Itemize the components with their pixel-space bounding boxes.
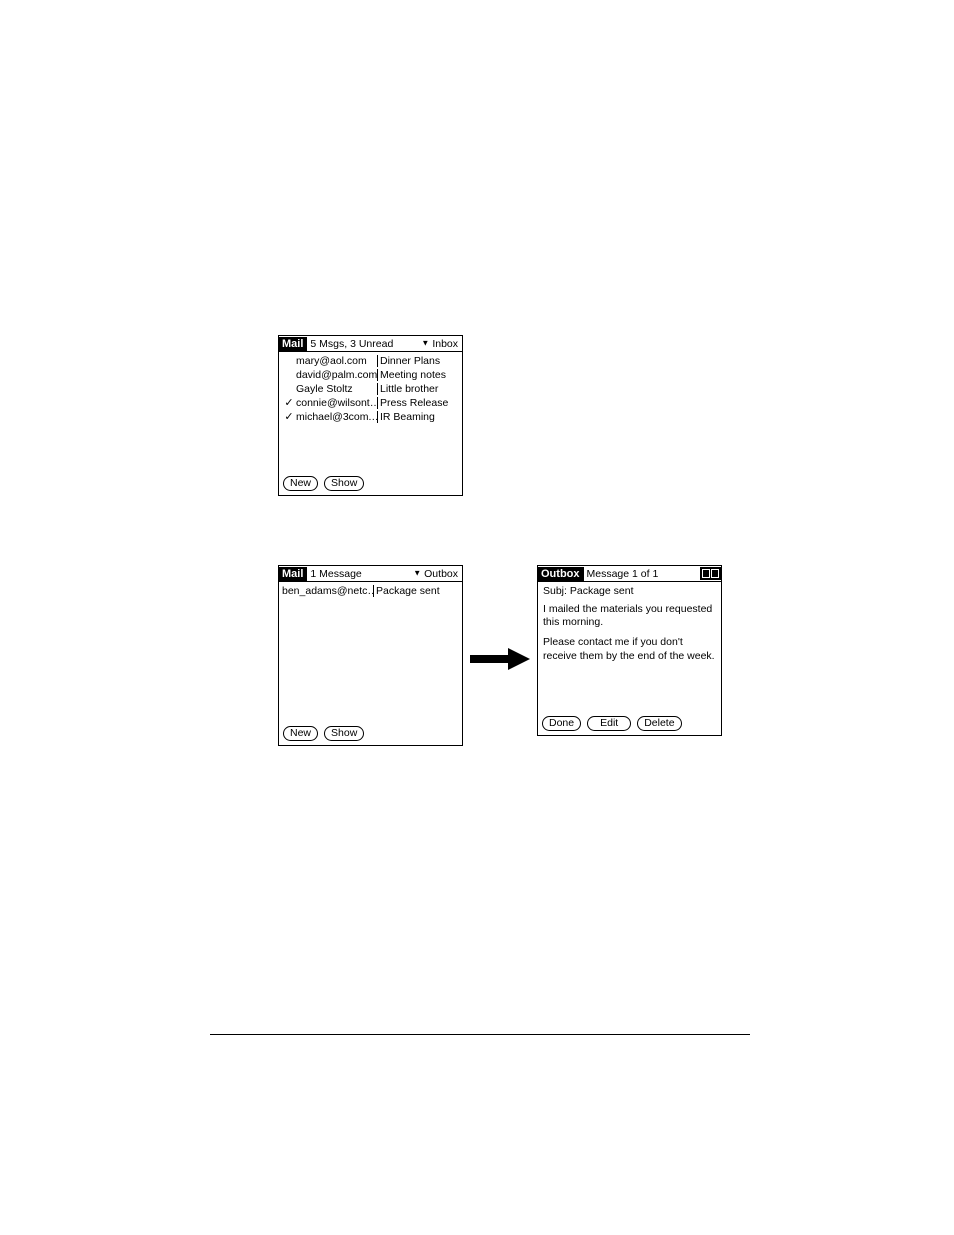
- page-divider: [210, 1034, 750, 1035]
- new-button[interactable]: New: [283, 726, 318, 741]
- folder-selector[interactable]: ▼ Inbox: [421, 338, 462, 350]
- subject: Meeting notes: [378, 369, 459, 381]
- sender: Gayle Stoltz: [296, 383, 378, 395]
- check-icon: ✓: [282, 412, 296, 423]
- folder-label: Outbox: [424, 568, 458, 580]
- body-paragraph: I mailed the materials you requested thi…: [543, 603, 716, 630]
- message-body: Subj: Package sent I mailed the material…: [538, 582, 721, 712]
- delete-button[interactable]: Delete: [637, 716, 681, 731]
- sender: mary@aol.com: [296, 355, 378, 367]
- inbox-list: mary@aol.com Dinner Plans david@palm.com…: [279, 352, 462, 472]
- body-paragraph: Please contact me if you don't receive t…: [543, 636, 716, 663]
- app-title: Mail: [279, 567, 307, 581]
- subject-value: Package sent: [570, 585, 634, 597]
- mail-inbox-screen: Mail 5 Msgs, 3 Unread ▼ Inbox mary@aol.c…: [278, 335, 463, 496]
- scroll-down-icon[interactable]: [711, 569, 719, 578]
- mail-outbox-screen: Mail 1 Message ▼ Outbox ben_adams@netc… …: [278, 565, 463, 746]
- sender: michael@3com.…: [296, 411, 378, 423]
- subject: IR Beaming: [378, 411, 459, 423]
- chevron-down-icon: ▼: [421, 339, 429, 347]
- outbox-header: Mail 1 Message ▼ Outbox: [279, 566, 462, 582]
- detail-header: Outbox Message 1 of 1: [538, 566, 721, 582]
- show-button[interactable]: Show: [324, 726, 364, 741]
- subject-label: Subj:: [543, 585, 567, 597]
- edit-button[interactable]: Edit: [587, 716, 631, 731]
- subject: Package sent: [374, 585, 440, 597]
- outbox-list: ben_adams@netc… Package sent: [279, 582, 462, 722]
- inbox-status: 5 Msgs, 3 Unread: [307, 338, 421, 350]
- inbox-footer: New Show: [279, 472, 462, 495]
- subject-line: Subj: Package sent: [543, 585, 716, 599]
- chevron-down-icon: ▼: [413, 569, 421, 577]
- folder-label: Inbox: [432, 338, 458, 350]
- message-row[interactable]: david@palm.com Meeting notes: [282, 368, 459, 382]
- new-button[interactable]: New: [283, 476, 318, 491]
- message-row[interactable]: ✓ michael@3com.… IR Beaming: [282, 410, 459, 424]
- detail-footer: Done Edit Delete: [538, 712, 721, 735]
- inbox-header: Mail 5 Msgs, 3 Unread ▼ Inbox: [279, 336, 462, 352]
- done-button[interactable]: Done: [542, 716, 581, 731]
- subject: Press Release: [378, 397, 459, 409]
- outbox-detail-screen: Outbox Message 1 of 1 Subj: Package sent…: [537, 565, 722, 736]
- sender: david@palm.com: [296, 369, 378, 381]
- app-title: Outbox: [538, 567, 584, 581]
- check-icon: ✓: [282, 398, 296, 409]
- message-row[interactable]: ben_adams@netc… Package sent: [282, 584, 459, 598]
- subject: Little brother: [378, 383, 459, 395]
- message-row[interactable]: Gayle Stoltz Little brother: [282, 382, 459, 396]
- sender: connie@wilsont…: [296, 397, 378, 409]
- outbox-footer: New Show: [279, 722, 462, 745]
- show-button[interactable]: Show: [324, 476, 364, 491]
- scroll-controls[interactable]: [700, 567, 721, 580]
- detail-status: Message 1 of 1: [584, 568, 701, 580]
- sender: ben_adams@netc…: [282, 585, 374, 597]
- message-row[interactable]: mary@aol.com Dinner Plans: [282, 354, 459, 368]
- subject: Dinner Plans: [378, 355, 459, 367]
- app-title: Mail: [279, 337, 307, 351]
- folder-selector[interactable]: ▼ Outbox: [413, 568, 462, 580]
- outbox-status: 1 Message: [307, 568, 413, 580]
- message-row[interactable]: ✓ connie@wilsont… Press Release: [282, 396, 459, 410]
- arrow-icon: [470, 644, 530, 674]
- scroll-up-icon[interactable]: [702, 569, 710, 578]
